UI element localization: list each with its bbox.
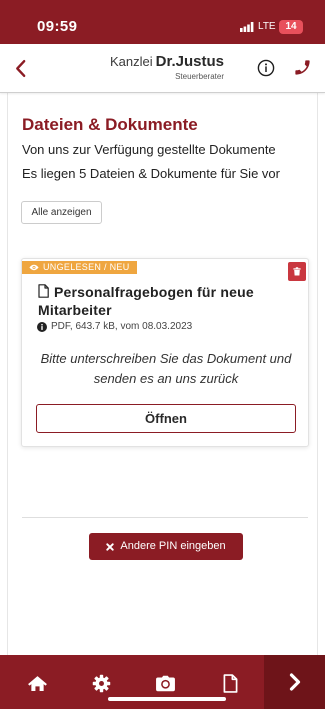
divider xyxy=(22,517,308,518)
app-header: Kanzlei Dr.Justus Steuerberater xyxy=(0,44,325,93)
open-document-button[interactable]: Öffnen xyxy=(36,404,296,433)
delete-document-button[interactable] xyxy=(288,262,306,281)
document-meta-text: PDF, 643.7 kB, vom 08.03.2023 xyxy=(51,321,193,332)
info-button[interactable] xyxy=(257,59,275,77)
show-all-button[interactable]: Alle anzeigen xyxy=(21,201,102,224)
brand-subtitle: Steuerberater xyxy=(175,72,224,81)
chevron-left-icon xyxy=(15,59,25,77)
eye-icon xyxy=(29,264,39,271)
unread-badge: UNGELESEN / NEU xyxy=(22,261,137,274)
unread-badge-label: UNGELESEN / NEU xyxy=(43,262,130,272)
back-button[interactable] xyxy=(12,56,28,80)
cellular-signal-icon xyxy=(240,22,254,32)
status-network: LTE xyxy=(258,21,276,32)
change-pin-button[interactable]: Andere PIN eingeben xyxy=(89,533,243,560)
document-outline-icon xyxy=(38,284,49,298)
call-button[interactable] xyxy=(293,58,312,77)
nav-next-button[interactable] xyxy=(264,655,325,709)
document-icon xyxy=(223,673,237,693)
brand-name: Dr.Justus xyxy=(155,53,224,70)
document-instruction: Bitte unterschreiben Sie das Dokument un… xyxy=(40,351,292,386)
home-icon xyxy=(27,675,47,691)
phone-icon xyxy=(295,60,310,75)
document-count-text: Es liegen 5 Dateien & Dokumente für Sie … xyxy=(22,166,280,181)
document-title: Personalfragebogen für neue Mitarbeiter xyxy=(38,283,296,319)
gear-icon xyxy=(92,674,110,692)
document-title-text: Personalfragebogen für neue Mitarbeiter xyxy=(38,284,254,318)
page-title: Dateien & Dokumente xyxy=(22,115,198,134)
info-circle-icon xyxy=(257,59,275,77)
home-indicator xyxy=(108,697,226,701)
status-battery: 14 xyxy=(279,20,303,34)
chevron-right-icon xyxy=(289,673,300,691)
nav-home-button[interactable] xyxy=(15,661,59,705)
close-icon xyxy=(106,542,115,551)
document-meta: PDF, 643.7 kB, vom 08.03.2023 xyxy=(37,321,192,333)
brand-logo: Kanzlei Dr.Justus Steuerberater xyxy=(110,53,224,82)
document-card: UNGELESEN / NEU Personalfragebogen für n… xyxy=(21,258,309,447)
camera-icon xyxy=(155,675,175,691)
status-time: 09:59 xyxy=(37,18,78,35)
brand-prefix: Kanzlei xyxy=(110,54,153,69)
brand-line: Kanzlei Dr.Justus xyxy=(110,53,224,71)
main-content: Dateien & Dokumente Von uns zur Verfügun… xyxy=(7,93,318,655)
status-bar: 09:59 LTE 14 xyxy=(0,0,325,44)
section-description: Von uns zur Verfügung gestellte Dokument… xyxy=(22,142,276,157)
trash-icon xyxy=(293,267,301,276)
info-filled-icon xyxy=(37,322,47,332)
change-pin-label: Andere PIN eingeben xyxy=(120,540,226,552)
